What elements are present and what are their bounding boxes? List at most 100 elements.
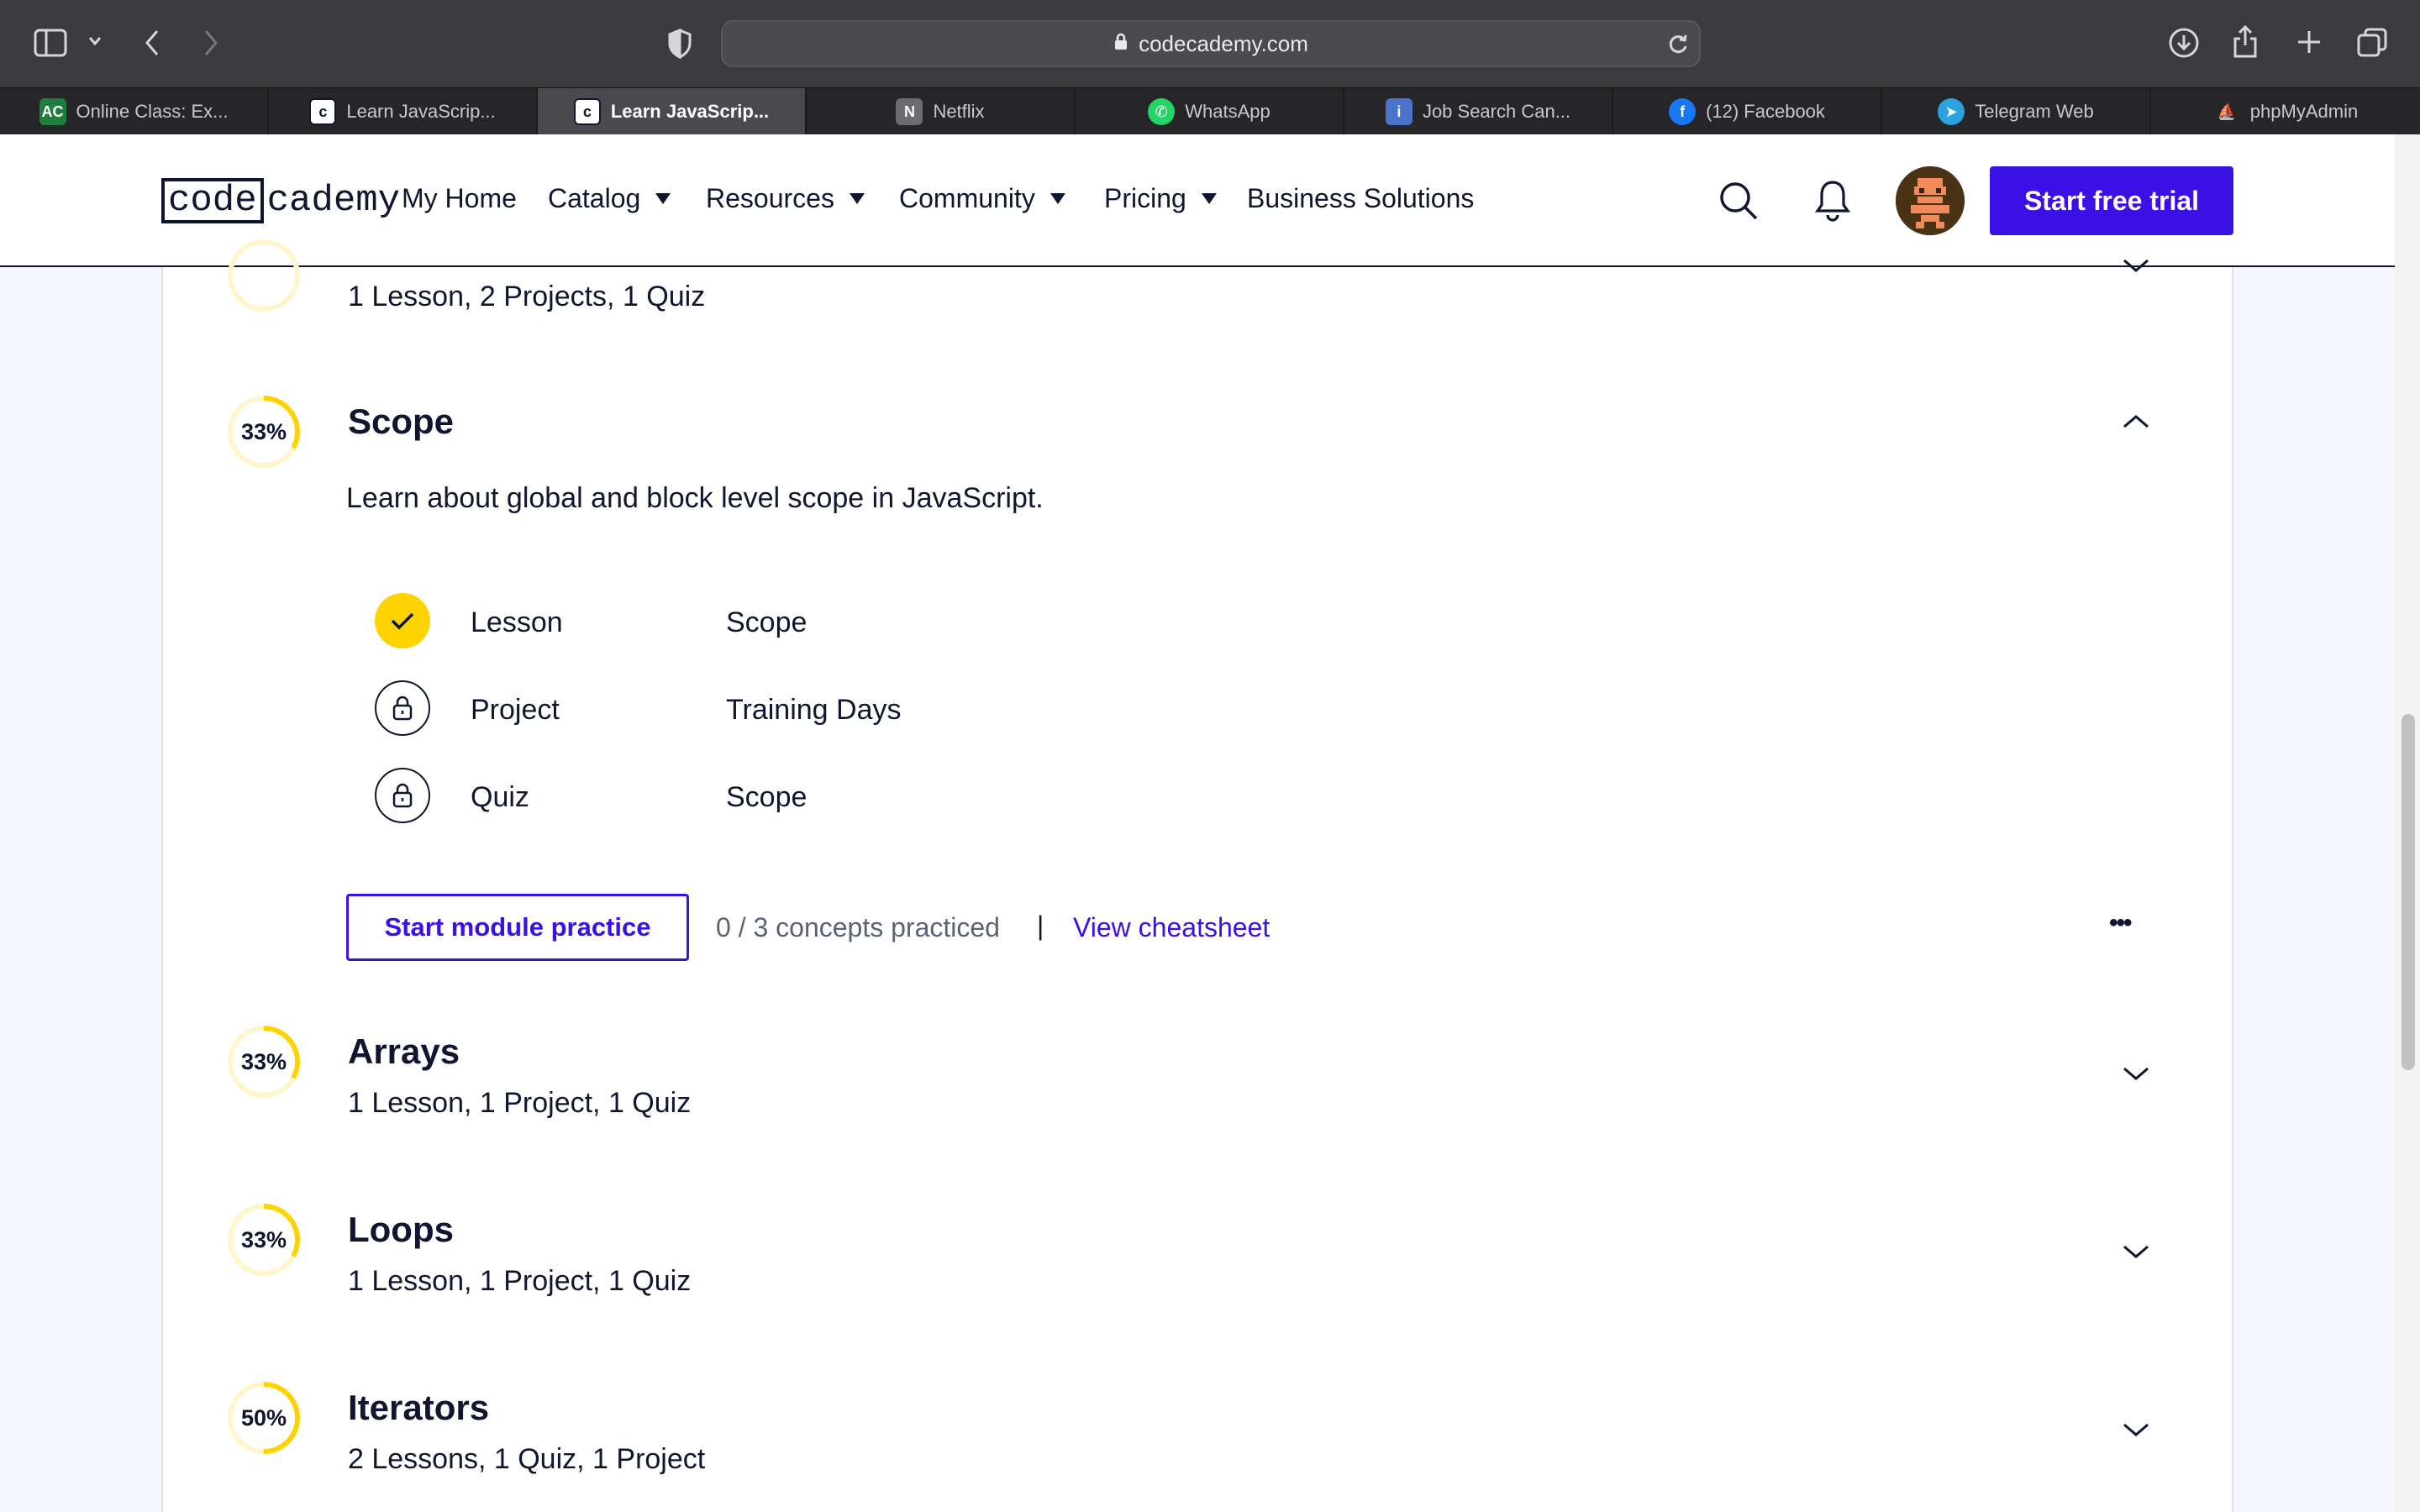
chevron-down-icon[interactable] — [2121, 1243, 2151, 1260]
view-cheatsheet-link[interactable]: View cheatsheet — [1073, 912, 1270, 943]
page-scrollbar-thumb[interactable] — [2402, 714, 2415, 1070]
syllabus-card: 1 Lesson, 2 Projects, 1 Quiz 33% Scope L… — [161, 239, 2233, 1512]
avatar[interactable] — [1896, 166, 1965, 235]
browser-tab[interactable]: i Job Search Can... — [1344, 88, 1613, 135]
reload-icon[interactable] — [1667, 32, 1689, 55]
module-title[interactable]: Loops — [348, 1210, 454, 1250]
nav-my-home[interactable]: My Home — [402, 183, 517, 214]
back-icon[interactable] — [143, 29, 161, 57]
whatsapp-favicon-icon: ✆ — [1148, 98, 1176, 125]
browser-tab-active[interactable]: c Learn JavaScrip... — [538, 88, 807, 135]
browser-tab[interactable]: f (12) Facebook — [1613, 88, 1882, 135]
start-module-practice-button[interactable]: Start module practice — [346, 894, 689, 961]
nav-community[interactable]: Community — [899, 183, 1065, 214]
progress-percent: 33% — [240, 1226, 287, 1252]
module-summary: 1 Lesson, 2 Projects, 1 Quiz — [348, 281, 706, 312]
lock-icon — [375, 680, 430, 736]
more-options-icon[interactable]: ••• — [2109, 909, 2132, 937]
share-icon[interactable] — [2232, 24, 2259, 59]
nav-label: Business Solutions — [1247, 183, 1475, 213]
lock-icon — [375, 768, 430, 823]
browser-tab[interactable]: AC Online Class: Ex... — [0, 88, 269, 135]
phpmyadmin-favicon-icon: ⛵ — [2217, 102, 2236, 120]
site-header: code cademy My Home Catalog Resources Co… — [0, 134, 2395, 267]
nav-business-solutions[interactable]: Business Solutions — [1247, 183, 1474, 214]
codecademy-logo[interactable]: code cademy — [161, 176, 400, 225]
search-icon[interactable] — [1718, 180, 1760, 226]
browser-tab[interactable]: c Learn JavaScrip... — [269, 88, 538, 135]
browser-tab[interactable]: ✆ WhatsApp — [1076, 88, 1344, 135]
tab-label: WhatsApp — [1185, 101, 1270, 122]
nav-resources[interactable]: Resources — [706, 183, 865, 214]
caret-down-icon — [655, 193, 671, 204]
privacy-shield-icon[interactable] — [667, 29, 692, 59]
forward-icon[interactable] — [202, 29, 220, 57]
check-icon — [375, 593, 430, 648]
tab-label: (12) Facebook — [1706, 101, 1825, 122]
module-title[interactable]: Iterators — [348, 1388, 489, 1428]
address-bar[interactable]: codecademy.com — [721, 20, 1701, 67]
tab-label: Job Search Can... — [1422, 101, 1571, 122]
item-type: Quiz — [471, 781, 529, 813]
progress-ring — [228, 239, 300, 312]
browser-toolbar: codecademy.com — [0, 0, 2420, 87]
start-free-trial-button[interactable]: Start free trial — [1990, 166, 2233, 235]
logo-rest-part: cademy — [266, 180, 401, 222]
sidebar-toggle-icon[interactable] — [34, 29, 67, 57]
job-search-favicon-icon: i — [1385, 98, 1413, 125]
codecademy-favicon-icon: c — [573, 98, 601, 125]
concepts-practiced: 0 / 3 concepts practiced — [716, 912, 1000, 942]
item-name-link[interactable]: Training Days — [726, 694, 901, 727]
caret-down-icon — [849, 193, 865, 204]
module-summary: 1 Lesson, 1 Project, 1 Quiz — [348, 1087, 692, 1119]
tab-label: phpMyAdmin — [2249, 101, 2359, 122]
nav-label: My Home — [402, 183, 517, 213]
nav-label: Community — [899, 183, 1035, 213]
tab-label: Netflix — [933, 101, 985, 122]
chevron-up-icon[interactable] — [2121, 413, 2151, 430]
telegram-favicon-icon: ➤ — [1938, 98, 1965, 125]
browser-tab[interactable]: N Netflix — [807, 88, 1076, 135]
facebook-favicon-icon: f — [1669, 98, 1697, 125]
chevron-down-icon[interactable] — [2121, 1421, 2151, 1438]
progress-percent: 33% — [240, 418, 287, 444]
bell-icon[interactable] — [1813, 178, 1852, 226]
caret-down-icon — [1201, 193, 1217, 204]
module-title[interactable]: Arrays — [348, 1032, 460, 1072]
item-name-link[interactable]: Scope — [726, 781, 807, 814]
progress-percent: 50% — [240, 1404, 287, 1431]
logo-code-part: code — [161, 178, 264, 223]
item-type: Lesson — [471, 606, 563, 638]
nav-catalog[interactable]: Catalog — [548, 183, 671, 214]
browser-tab[interactable]: ➤ Telegram Web — [1882, 88, 2151, 135]
module-description: Learn about global and block level scope… — [346, 482, 1044, 514]
browser-tab[interactable]: ⛵ phpMyAdmin — [2151, 88, 2420, 135]
caret-down-icon — [1050, 193, 1065, 204]
chevron-down-icon[interactable] — [87, 35, 103, 47]
item-type: Project — [471, 694, 560, 726]
separator: | — [1037, 911, 1044, 941]
item-name-link[interactable]: Scope — [726, 606, 807, 639]
tab-label: Learn JavaScrip... — [610, 101, 770, 122]
browser-tab-bar: AC Online Class: Ex... c Learn JavaScrip… — [0, 87, 2420, 135]
netflix-favicon-icon: N — [896, 98, 923, 125]
nav-label: Pricing — [1104, 183, 1186, 213]
academic-favicon-icon: AC — [39, 98, 66, 125]
module-summary: 1 Lesson, 1 Project, 1 Quiz — [348, 1265, 692, 1297]
downloads-icon[interactable] — [2168, 27, 2200, 59]
lock-icon — [1113, 31, 1128, 57]
tab-overview-icon[interactable] — [2356, 27, 2388, 59]
chevron-down-icon[interactable] — [2121, 1065, 2151, 1082]
progress-percent: 33% — [240, 1048, 287, 1074]
new-tab-icon[interactable] — [2296, 29, 2323, 55]
tab-label: Online Class: Ex... — [76, 101, 229, 122]
chevron-down-icon[interactable] — [2121, 257, 2151, 274]
nav-label: Catalog — [548, 183, 641, 213]
nav-pricing[interactable]: Pricing — [1104, 183, 1217, 214]
tab-label: Telegram Web — [1975, 101, 2094, 122]
codecademy-favicon-icon: c — [309, 98, 337, 125]
tab-label: Learn JavaScrip... — [346, 101, 496, 122]
module-summary: 2 Lessons, 1 Quiz, 1 Project — [348, 1443, 706, 1475]
url-text: codecademy.com — [1139, 30, 1308, 56]
module-title[interactable]: Scope — [348, 402, 454, 442]
